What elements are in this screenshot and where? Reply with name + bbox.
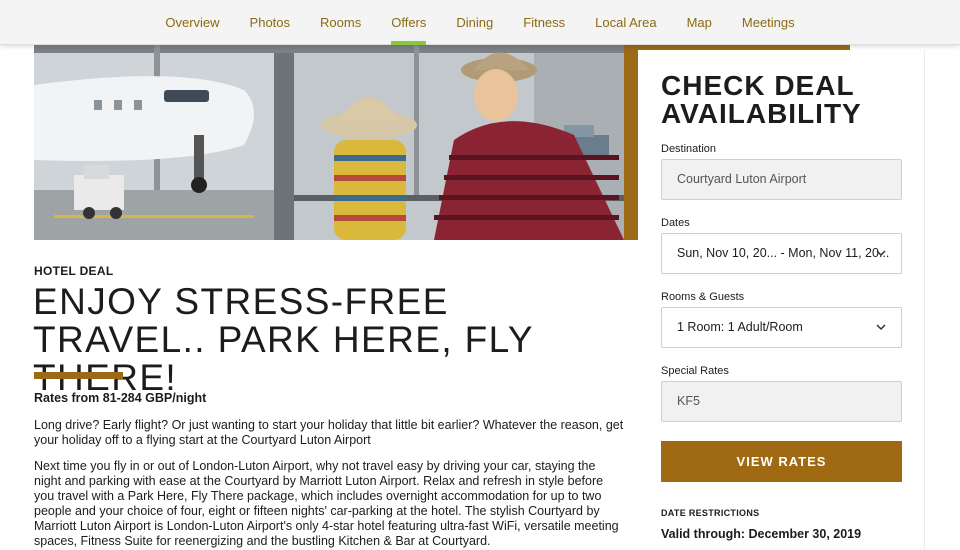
nav-item-offers[interactable]: Offers: [391, 0, 427, 45]
chevron-down-icon: [876, 324, 886, 331]
rooms-guests-label: Rooms & Guests: [661, 291, 745, 303]
nav-item-local-area[interactable]: Local Area: [595, 0, 656, 45]
nav-item-rooms[interactable]: Rooms: [320, 0, 361, 45]
rates-summary: Rates from 81-284 GBP/night: [34, 391, 207, 405]
valid-through-text: Valid through: December 30, 2019: [661, 527, 862, 541]
deal-kicker: HOTEL DEAL: [34, 264, 114, 278]
booking-panel-title: CHECK DEAL AVAILABILITY: [661, 70, 862, 129]
nav-item-overview[interactable]: Overview: [165, 0, 219, 45]
nav-item-dining[interactable]: Dining: [456, 0, 493, 45]
title-divider: [34, 372, 123, 379]
hero-illustration: [34, 45, 624, 240]
deal-description-paragraph: Next time you fly in or out of London-Lu…: [34, 459, 619, 548]
view-rates-button[interactable]: VIEW RATES: [661, 441, 902, 482]
dates-value: Sun, Nov 10, 20... - Mon, Nov 11, 20...: [677, 246, 890, 260]
date-restrictions-label: DATE RESTRICTIONS: [661, 508, 760, 518]
top-navigation: Overview Photos Rooms Offers Dining Fitn…: [0, 0, 960, 45]
rooms-guests-value: 1 Room: 1 Adult/Room: [677, 320, 803, 334]
destination-label: Destination: [661, 143, 717, 155]
booking-panel: CHECK DEAL AVAILABILITY Destination Cour…: [638, 50, 925, 550]
page-title: ENJOY STRESS-FREE TRAVEL.. PARK HERE, FL…: [33, 281, 534, 397]
destination-field[interactable]: Courtyard Luton Airport: [661, 159, 902, 200]
nav-item-photos[interactable]: Photos: [250, 0, 290, 45]
chevron-down-icon: [876, 250, 886, 257]
nav-item-fitness[interactable]: Fitness: [523, 0, 565, 45]
dates-select[interactable]: Sun, Nov 10, 20... - Mon, Nov 11, 20...: [661, 233, 902, 274]
nav-item-meetings[interactable]: Meetings: [742, 0, 795, 45]
deal-intro-paragraph: Long drive? Early flight? Or just wantin…: [34, 418, 624, 447]
special-rates-label: Special Rates: [661, 365, 729, 377]
hero-image: [34, 45, 624, 240]
nav-item-map[interactable]: Map: [687, 0, 712, 45]
rooms-guests-select[interactable]: 1 Room: 1 Adult/Room: [661, 307, 902, 348]
dates-label: Dates: [661, 217, 690, 229]
accent-bar-vertical: [624, 45, 638, 240]
special-rates-field[interactable]: KF5: [661, 381, 902, 422]
